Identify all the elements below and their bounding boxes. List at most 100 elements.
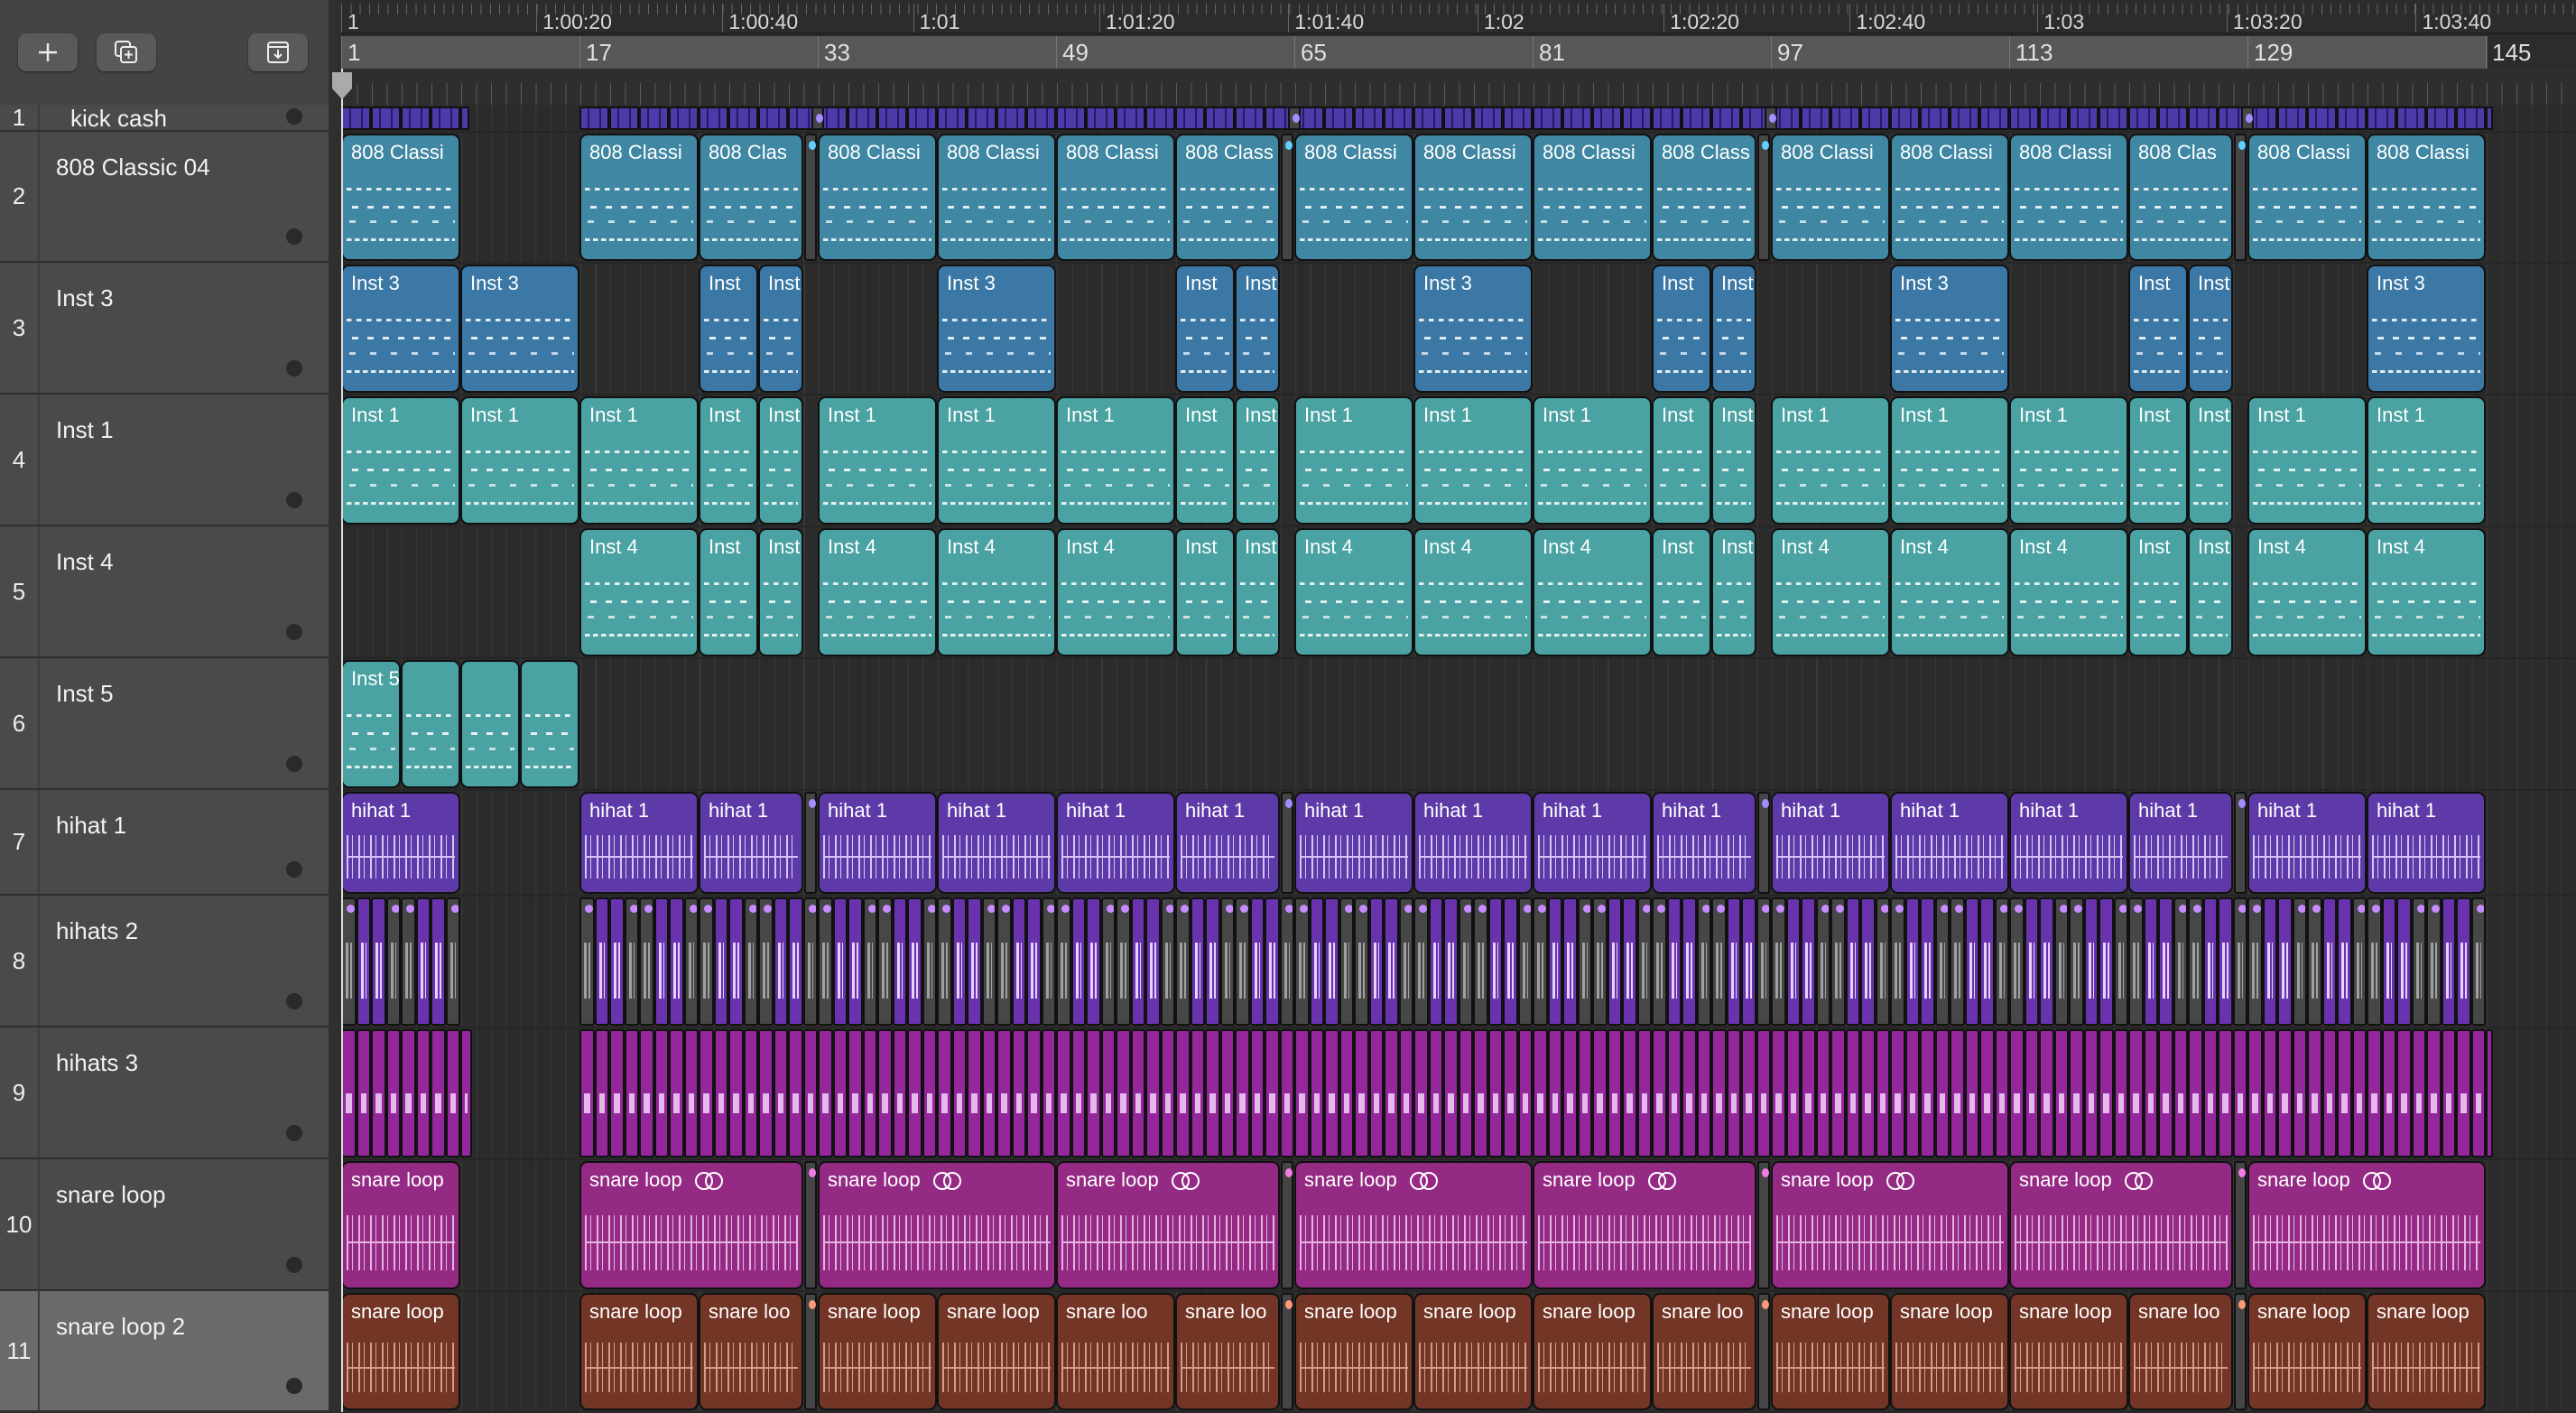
audio-region[interactable]: [1428, 897, 1443, 1026]
audio-region[interactable]: [907, 1029, 922, 1157]
audio-region[interactable]: [1458, 897, 1473, 1026]
audio-region[interactable]: hihat 1: [1413, 792, 1533, 894]
audio-region[interactable]: [1547, 1029, 1562, 1157]
audio-region[interactable]: [713, 897, 728, 1026]
audio-region[interactable]: [1086, 897, 1101, 1026]
audio-region[interactable]: hihat 1: [2009, 792, 2128, 894]
midi-region[interactable]: Inst 4: [1413, 528, 1533, 656]
midi-region[interactable]: Inst 4: [1294, 528, 1413, 656]
track-status-indicator[interactable]: [286, 492, 302, 508]
midi-region[interactable]: [1682, 107, 1711, 130]
audio-region[interactable]: [788, 897, 803, 1026]
midi-region[interactable]: 808 Class: [1175, 134, 1280, 261]
audio-region[interactable]: [2173, 1029, 2188, 1157]
audio-region[interactable]: [1920, 897, 1935, 1026]
audio-region[interactable]: [1994, 897, 2009, 1026]
track-name[interactable]: hihat 1: [56, 812, 126, 840]
audio-region[interactable]: hihat 1: [579, 792, 699, 894]
midi-region[interactable]: Inst 3: [1890, 265, 2009, 393]
audio-region[interactable]: [2486, 1029, 2494, 1157]
audio-region[interactable]: [2039, 897, 2054, 1026]
midi-region[interactable]: Inst 4: [1533, 528, 1652, 656]
audio-region[interactable]: [1056, 897, 1071, 1026]
audio-region[interactable]: [2351, 897, 2367, 1026]
midi-region[interactable]: [431, 107, 460, 130]
midi-region[interactable]: Inst: [2188, 528, 2233, 656]
midi-region[interactable]: [758, 107, 788, 130]
audio-region[interactable]: [2396, 1029, 2412, 1157]
audio-region[interactable]: [848, 897, 863, 1026]
audio-region[interactable]: hihat 1: [1652, 792, 1756, 894]
audio-region[interactable]: snare loo: [699, 1293, 803, 1410]
midi-region[interactable]: [401, 660, 460, 788]
midi-region[interactable]: [937, 107, 967, 130]
midi-region[interactable]: [1086, 107, 1116, 130]
audio-region[interactable]: [862, 897, 877, 1026]
audio-region[interactable]: [2069, 897, 2084, 1026]
audio-region[interactable]: [653, 1029, 669, 1157]
track-name[interactable]: Inst 1: [56, 416, 114, 444]
audio-region[interactable]: [2128, 1029, 2144, 1157]
audio-region[interactable]: hihat 1: [2247, 792, 2367, 894]
audio-region[interactable]: [2277, 1029, 2293, 1157]
track-header[interactable]: 2 808 Classic 04: [0, 132, 329, 263]
midi-region[interactable]: [1503, 107, 1533, 130]
add-track-button[interactable]: [18, 33, 78, 71]
audio-region[interactable]: [1860, 1029, 1876, 1157]
audio-region[interactable]: [848, 1029, 863, 1157]
audio-region[interactable]: [1116, 1029, 1131, 1157]
audio-region[interactable]: [2411, 1029, 2426, 1157]
audio-region[interactable]: [832, 897, 848, 1026]
midi-region[interactable]: [1205, 107, 1235, 130]
audio-region[interactable]: [996, 897, 1012, 1026]
midi-region[interactable]: 808 Classi: [1890, 134, 2009, 261]
audio-region[interactable]: [1652, 897, 1667, 1026]
track-name[interactable]: 808 Classic 04: [56, 153, 210, 181]
audio-region[interactable]: snare loo: [2128, 1293, 2233, 1410]
midi-region[interactable]: 808 Class: [1652, 134, 1756, 261]
audio-region[interactable]: [877, 1029, 893, 1157]
audio-region[interactable]: [1934, 897, 1950, 1026]
midi-region[interactable]: 808 Classi: [937, 134, 1056, 261]
audio-region[interactable]: [2262, 1029, 2277, 1157]
audio-region[interactable]: [862, 1029, 877, 1157]
audio-region[interactable]: [1904, 897, 1920, 1026]
panel-divider[interactable]: [329, 0, 341, 1412]
audio-region[interactable]: [2218, 1029, 2233, 1157]
audio-region[interactable]: [1458, 1029, 1473, 1157]
audio-region[interactable]: [2053, 1029, 2069, 1157]
midi-region[interactable]: Inst 1: [818, 396, 937, 525]
midi-region[interactable]: 808 Classi: [341, 134, 460, 261]
midi-region[interactable]: [1026, 107, 1056, 130]
audio-region[interactable]: [1428, 1029, 1443, 1157]
audio-region[interactable]: [2351, 1029, 2367, 1157]
audio-region[interactable]: [728, 1029, 744, 1157]
audio-region[interactable]: snare loop: [1056, 1161, 1280, 1289]
audio-region[interactable]: [967, 1029, 982, 1157]
audio-region[interactable]: [1666, 1029, 1682, 1157]
track-status-indicator[interactable]: [286, 993, 302, 1009]
audio-region[interactable]: [2337, 1029, 2352, 1157]
midi-region[interactable]: Inst: [1711, 265, 1756, 393]
audio-region[interactable]: snare loop: [818, 1161, 1056, 1289]
midi-region[interactable]: [1801, 107, 1830, 130]
audio-region[interactable]: [802, 897, 818, 1026]
audio-region[interactable]: [1413, 1029, 1429, 1157]
audio-region[interactable]: hihat 1: [1890, 792, 2009, 894]
audio-region[interactable]: [1339, 1029, 1354, 1157]
audio-region[interactable]: [2367, 1029, 2382, 1157]
audio-region[interactable]: [758, 897, 774, 1026]
audio-region[interactable]: [818, 897, 833, 1026]
track-status-indicator[interactable]: [286, 861, 302, 878]
midi-region[interactable]: [1592, 107, 1622, 130]
audio-region[interactable]: [1622, 897, 1637, 1026]
midi-region[interactable]: [460, 660, 520, 788]
midi-region[interactable]: [2069, 107, 2099, 130]
midi-region[interactable]: 808 Classi: [2009, 134, 2128, 261]
audio-region[interactable]: [1011, 897, 1026, 1026]
track-name[interactable]: snare loop: [56, 1181, 165, 1209]
midi-region[interactable]: Inst 1: [460, 396, 579, 525]
audio-region[interactable]: [2262, 897, 2277, 1026]
audio-region[interactable]: [937, 1029, 952, 1157]
audio-region[interactable]: [2321, 1029, 2337, 1157]
